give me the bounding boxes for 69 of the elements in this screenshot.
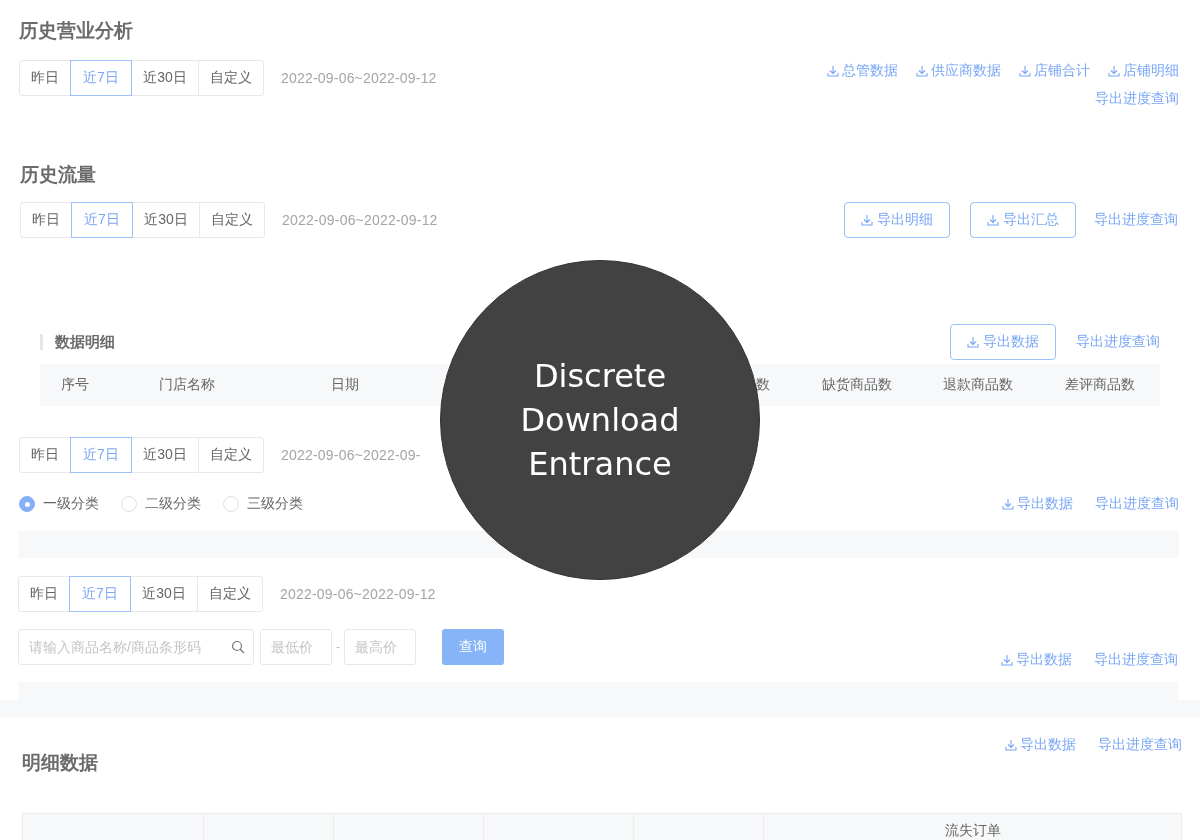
column-header: 差评商品数	[1064, 376, 1136, 394]
export-link[interactable]: 店铺明细	[1108, 62, 1179, 80]
section-title: 历史营业分析	[19, 19, 134, 43]
callout-text: Discrete Download Entrance	[519, 356, 681, 485]
period-tab[interactable]: 近30日	[130, 576, 198, 612]
export-progress-link[interactable]: 导出进度查询	[1098, 736, 1182, 754]
export-link[interactable]: 导出数据	[1002, 495, 1073, 513]
download-icon	[1108, 65, 1120, 77]
download-icon	[1019, 65, 1031, 77]
column-header: 门店名称	[158, 376, 216, 394]
column-header: 序号	[60, 376, 90, 394]
period-tab[interactable]: 昨日	[19, 437, 71, 473]
column-header: 退款商品数	[943, 376, 1013, 394]
column-header: 缺货商品数	[820, 376, 893, 394]
period-tab[interactable]: 自定义	[198, 437, 264, 473]
export-progress-link[interactable]: 导出进度查询	[1094, 211, 1178, 229]
export-progress-link[interactable]: 导出进度查询	[1076, 333, 1160, 351]
period-tab[interactable]: 近7日	[71, 202, 133, 238]
period-tab[interactable]: 昨日	[18, 576, 70, 612]
column-header: 数	[755, 376, 770, 394]
export-button[interactable]: 导出数据	[950, 324, 1056, 360]
export-progress-link[interactable]: 导出进度查询	[1095, 495, 1179, 513]
range-separator: -	[335, 640, 341, 654]
period-tab[interactable]: 自定义	[197, 576, 263, 612]
download-icon	[987, 214, 999, 226]
date-range: 2022-09-06~2022-09-12	[280, 586, 436, 602]
search-icon	[231, 640, 245, 654]
column-header: 日期	[330, 376, 360, 394]
date-range: 2022-09-06~2022-09-12	[281, 70, 437, 86]
export-link[interactable]: 供应商数据	[916, 62, 1001, 80]
download-icon	[1005, 739, 1017, 751]
period-tab[interactable]: 近7日	[70, 60, 132, 96]
level-radio[interactable]: 三级分类	[223, 495, 303, 513]
download-icon	[827, 65, 839, 77]
period-tab[interactable]: 近30日	[131, 60, 199, 96]
download-icon	[1002, 498, 1014, 510]
download-icon	[1001, 654, 1013, 666]
date-range: 2022-09-06~2022-09-	[281, 447, 421, 463]
max-price-field[interactable]: 最高价	[344, 629, 416, 665]
export-progress-link[interactable]: 导出进度查询	[1094, 651, 1178, 669]
period-tab[interactable]: 自定义	[199, 202, 265, 238]
export-link[interactable]: 店铺合计	[1019, 62, 1090, 80]
period-tab[interactable]: 昨日	[20, 202, 72, 238]
query-button[interactable]: 查询	[442, 629, 504, 665]
export-button[interactable]: 导出汇总	[970, 202, 1076, 238]
date-range: 2022-09-06~2022-09-12	[282, 212, 438, 228]
level-radio[interactable]: 一级分类	[19, 495, 99, 513]
export-link[interactable]: 导出数据	[1005, 736, 1076, 754]
export-progress-link[interactable]: 导出进度查询	[1095, 90, 1179, 108]
download-icon	[967, 336, 979, 348]
export-button[interactable]: 导出明细	[844, 202, 950, 238]
radio-dot[interactable]	[19, 496, 35, 512]
period-tab[interactable]: 近7日	[69, 576, 131, 612]
section-title: 明细数据	[22, 751, 98, 775]
section-title: 数据明细	[55, 332, 115, 352]
search-field[interactable]: 请输入商品名称/商品条形码	[18, 629, 254, 665]
download-icon	[861, 214, 873, 226]
min-price-field[interactable]: 最低价	[260, 629, 332, 665]
table-group-header: 流失订单	[763, 813, 1182, 840]
period-tab[interactable]: 近30日	[132, 202, 200, 238]
period-tab[interactable]: 自定义	[198, 60, 264, 96]
period-tab[interactable]: 昨日	[19, 60, 71, 96]
section-title: 历史流量	[20, 163, 97, 187]
period-tab[interactable]: 近7日	[70, 437, 132, 473]
export-link[interactable]: 导出数据	[1001, 651, 1072, 669]
export-link[interactable]: 总管数据	[827, 62, 898, 80]
level-radio[interactable]: 二级分类	[121, 495, 201, 513]
period-tab[interactable]: 近30日	[131, 437, 199, 473]
download-icon	[916, 65, 928, 77]
